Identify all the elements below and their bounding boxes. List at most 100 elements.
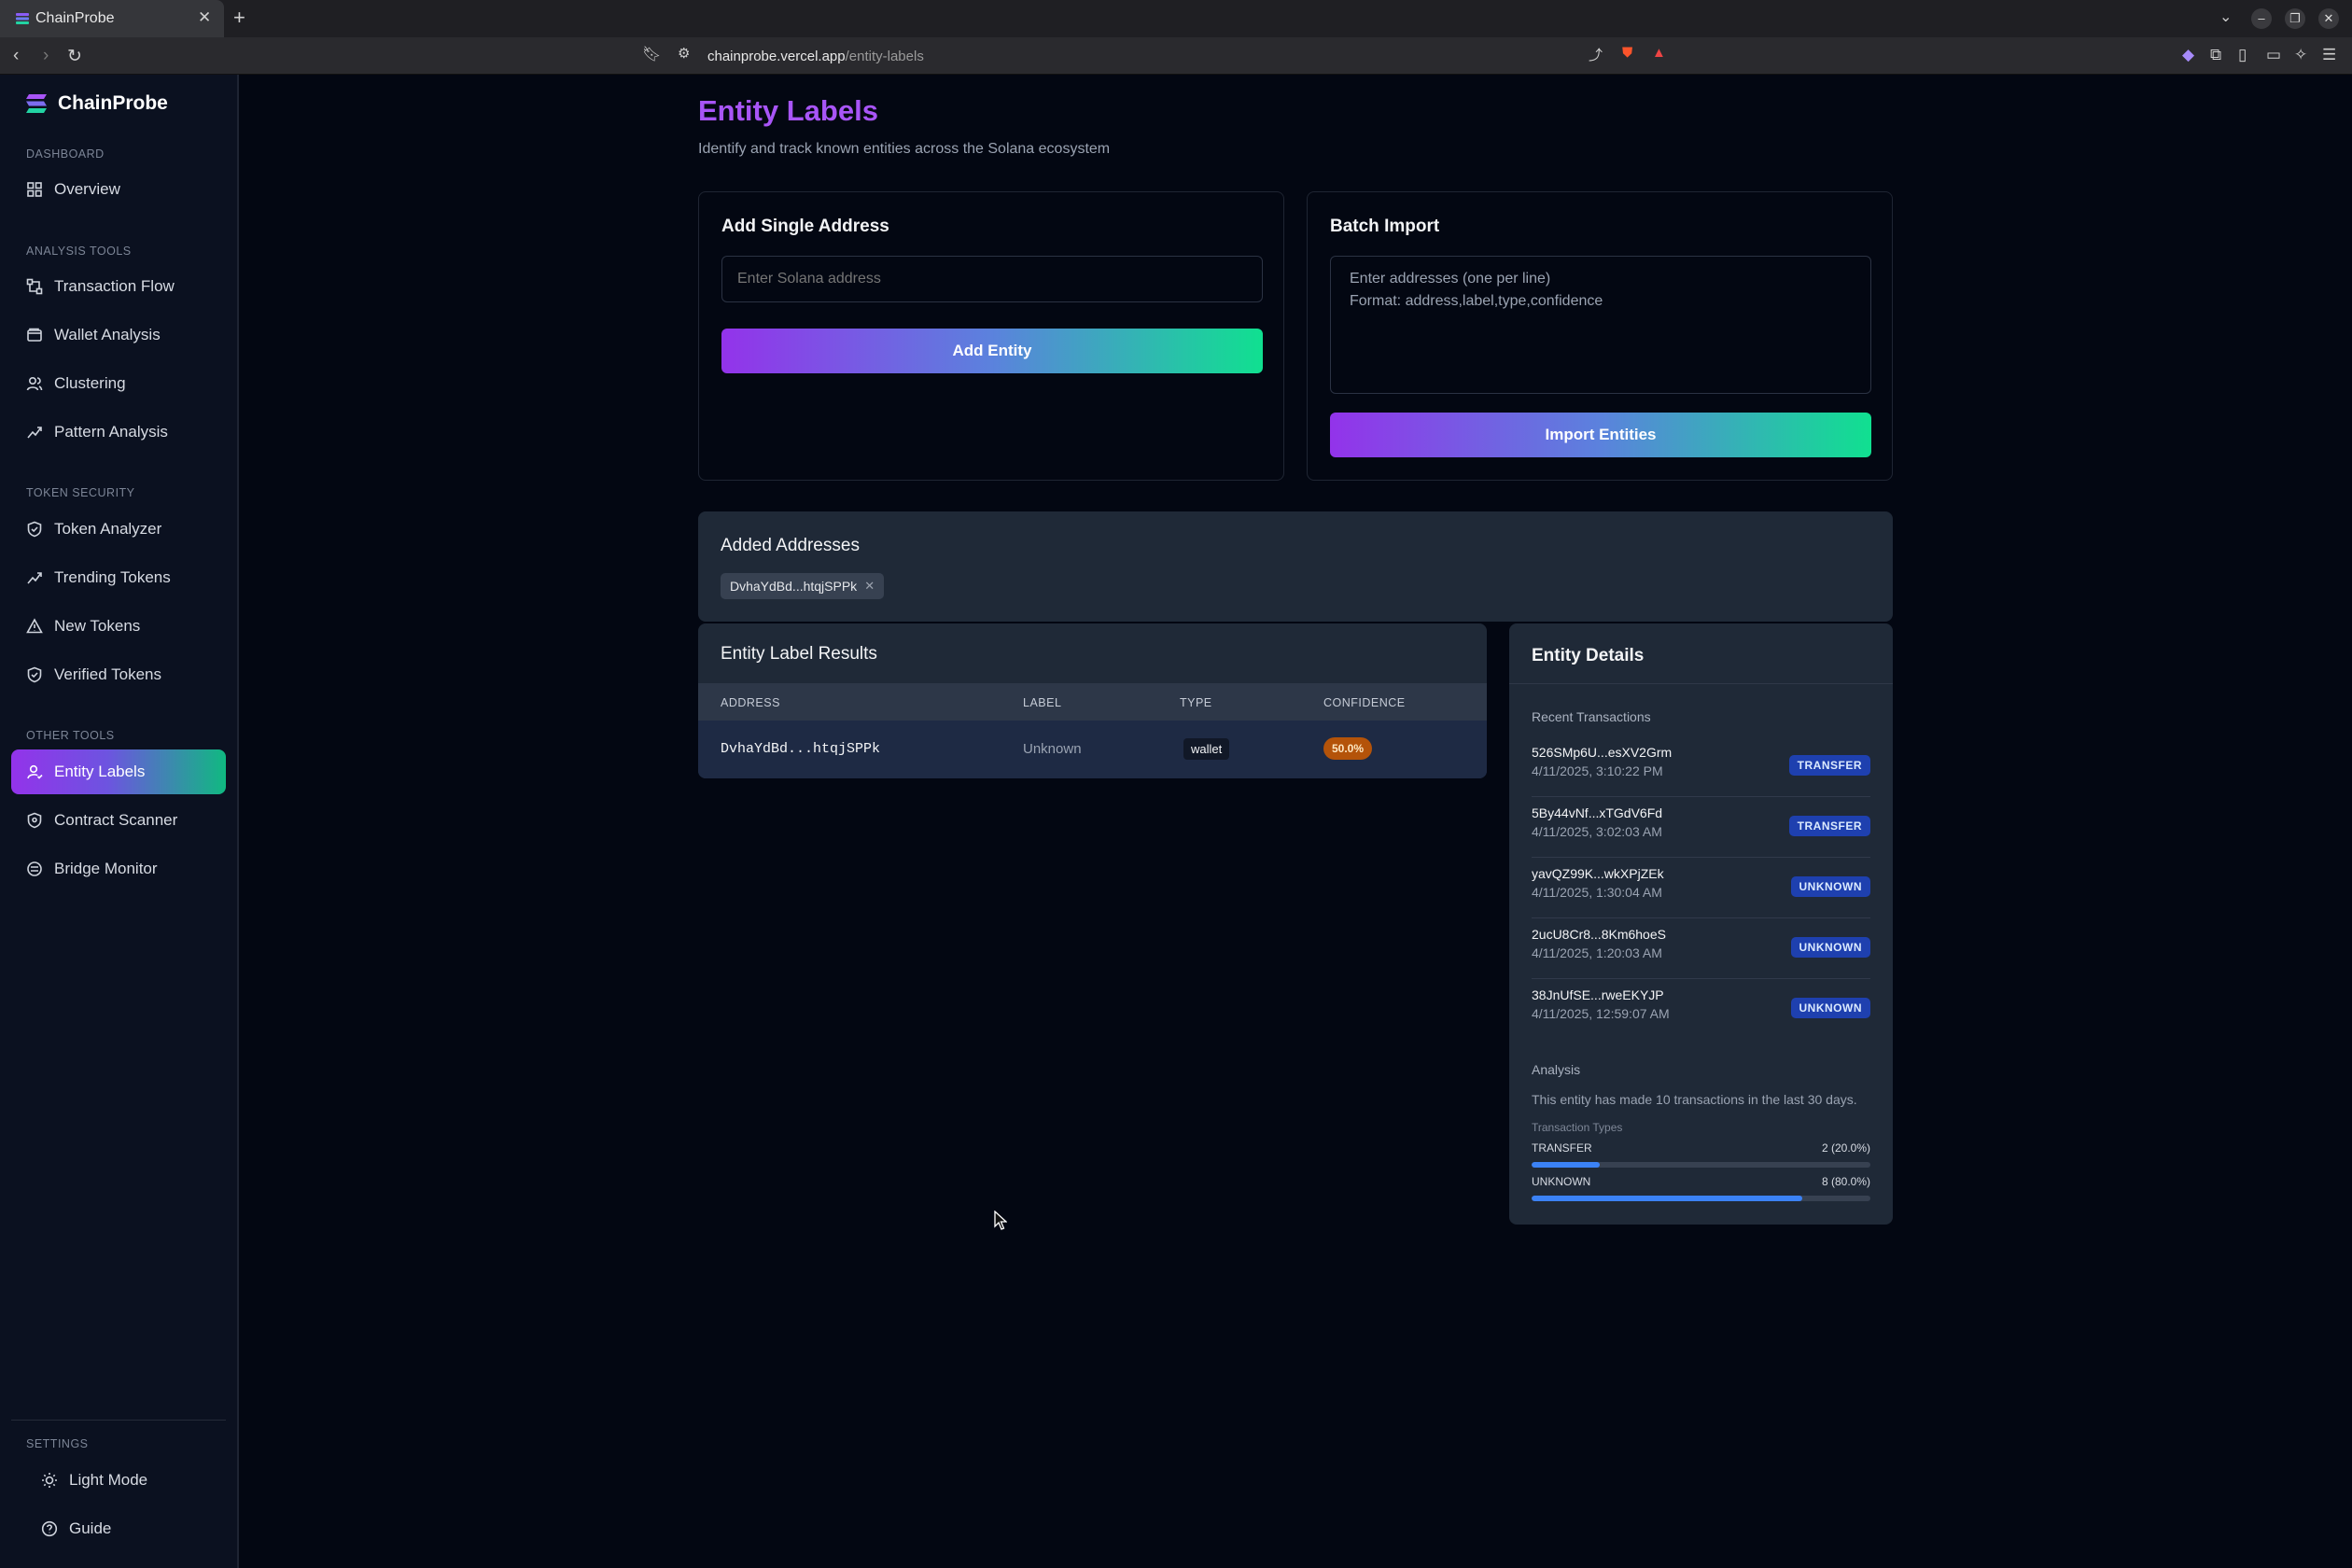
card-title: Added Addresses <box>721 536 860 555</box>
sidebar-item-overview[interactable]: Overview <box>11 167 226 212</box>
address-chip[interactable]: DvhaYdBd...htqjSPPk ✕ <box>721 573 885 599</box>
remove-chip-icon[interactable]: ✕ <box>864 579 875 594</box>
column-header-type: TYPE <box>1180 696 1212 709</box>
sidebar-item-label: Pattern Analysis <box>54 423 168 441</box>
shield-check-icon <box>27 521 42 538</box>
table-header: ADDRESS LABEL TYPE CONFIDENCE <box>698 683 1487 721</box>
section-label-other-tools: OTHER TOOLS <box>26 729 115 742</box>
batch-import-card: Batch Import Enter addresses (one per li… <box>1307 191 1893 481</box>
transaction-row[interactable]: 526SMp6U...esXV2Grm 4/11/2025, 3:10:22 P… <box>1532 737 1870 797</box>
section-label-dashboard: DASHBOARD <box>26 147 105 161</box>
transaction-row[interactable]: 38JnUfSE...rweEKYJP 4/11/2025, 12:59:07 … <box>1532 980 1870 1040</box>
back-arrow-icon[interactable]: ‹ <box>13 46 19 66</box>
sidebar-item-label: Entity Labels <box>54 763 146 780</box>
sidebar-item-verified-tokens[interactable]: Verified Tokens <box>11 652 226 697</box>
forward-arrow-icon[interactable]: › <box>43 46 49 66</box>
browser-tab-bar: ChainProbe ✕ + ⌄ – ❐ ✕ <box>0 0 2352 37</box>
light-mode-label: Light Mode <box>69 1471 148 1489</box>
entity-details-card: Entity Details Recent Transactions 526SM… <box>1509 623 1893 1225</box>
column-header-label: LABEL <box>1023 696 1062 709</box>
sidebar-item-bridge-monitor[interactable]: Bridge Monitor <box>11 847 226 891</box>
brave-shield-icon[interactable]: ⛊ <box>1622 45 1632 61</box>
url-text: chainprobe.vercel.app/entity-labels <box>707 49 924 64</box>
sidebar-item-contract-scanner[interactable]: Contract Scanner <box>11 798 226 843</box>
tx-time: 4/11/2025, 3:10:22 PM <box>1532 763 1663 778</box>
trend-icon <box>27 427 42 439</box>
transaction-row[interactable]: 2ucU8Cr8...8Km6hoeS 4/11/2025, 1:20:03 A… <box>1532 919 1870 979</box>
page-subtitle: Identify and track known entities across… <box>698 141 1111 157</box>
chainprobe-favicon-icon <box>16 13 29 24</box>
restore-icon[interactable]: ❐ <box>2285 8 2305 29</box>
site-settings-icon[interactable]: ⚙︎ <box>678 45 690 62</box>
tx-time: 4/11/2025, 1:30:04 AM <box>1532 885 1662 900</box>
sidebar-item-clustering[interactable]: Clustering <box>11 361 226 406</box>
entity-label-results-card: Entity Label Results ADDRESS LABEL TYPE … <box>698 623 1487 778</box>
users-icon <box>26 376 43 391</box>
tx-type-badge: UNKNOWN <box>1790 876 1870 897</box>
batch-addresses-textarea[interactable]: Enter addresses (one per line) Format: a… <box>1330 256 1871 394</box>
extension-leo-icon[interactable]: ◆ <box>2182 46 2194 64</box>
wallet-icon <box>27 328 42 342</box>
ai-sparkle-icon[interactable]: ✧ <box>2294 46 2307 64</box>
sidebar-item-label: Verified Tokens <box>54 665 161 683</box>
reload-icon[interactable]: ↻ <box>67 46 82 67</box>
sidebar-item-pattern-analysis[interactable]: Pattern Analysis <box>11 410 226 455</box>
column-header-address: ADDRESS <box>721 696 780 709</box>
add-entity-button[interactable]: Add Entity <box>721 329 1263 373</box>
browser-tab[interactable]: ChainProbe ✕ <box>0 0 224 37</box>
tx-hash: 38JnUfSE...rweEKYJP <box>1532 987 1664 1002</box>
section-label-analysis: ANALYSIS TOOLS <box>26 245 132 258</box>
sidebar-item-label: Bridge Monitor <box>54 860 158 877</box>
sidebar-item-wallet-analysis[interactable]: Wallet Analysis <box>11 313 226 357</box>
brand[interactable]: ChainProbe <box>24 92 168 115</box>
sidebar-item-label: Transaction Flow <box>54 277 175 295</box>
sidebar-item-token-analyzer[interactable]: Token Analyzer <box>11 507 226 552</box>
table-row[interactable]: DvhaYdBd...htqjSPPk Unknown wallet 50.0% <box>698 721 1487 778</box>
guide-link[interactable]: Guide <box>26 1510 111 1547</box>
sidebar-item-label: New Tokens <box>54 617 141 635</box>
page-title: Entity Labels <box>698 94 878 127</box>
bridge-icon <box>27 861 42 876</box>
card-title: Add Single Address <box>721 217 889 236</box>
tx-time: 4/11/2025, 3:02:03 AM <box>1532 824 1662 839</box>
transaction-row[interactable]: 5By44vNf...xTGdV6Fd 4/11/2025, 3:02:03 A… <box>1532 798 1870 858</box>
solana-address-input[interactable] <box>721 256 1263 302</box>
sidebar-item-entity-labels[interactable]: Entity Labels <box>11 749 226 794</box>
sidebar: ChainProbe DASHBOARD Overview ANALYSIS T… <box>0 75 239 1568</box>
sidebar-item-label: Contract Scanner <box>54 811 178 829</box>
new-tab-icon[interactable]: + <box>233 6 245 30</box>
cell-address: DvhaYdBd...htqjSPPk <box>721 741 881 757</box>
type-bar-fill <box>1532 1196 1803 1201</box>
column-header-confidence: CONFIDENCE <box>1323 696 1406 709</box>
tx-type-badge: UNKNOWN <box>1790 998 1870 1018</box>
address-bar[interactable]: 🔖︎ ⚙︎ chainprobe.vercel.app/entity-label… <box>635 41 1671 71</box>
import-entities-button[interactable]: Import Entities <box>1330 413 1871 457</box>
sidebar-toggle-icon[interactable]: ▯ <box>2238 46 2247 64</box>
browser-toolbar: ‹ › ↻ 🔖︎ ⚙︎ chainprobe.vercel.app/entity… <box>0 37 2352 75</box>
brave-rewards-icon[interactable]: ▲ <box>1652 45 1666 61</box>
minimize-icon[interactable]: – <box>2251 8 2272 29</box>
sidebar-item-label: Overview <box>54 180 120 198</box>
transaction-row[interactable]: yavQZ99K...wkXPjZEk 4/11/2025, 1:30:04 A… <box>1532 859 1870 918</box>
tab-close-icon[interactable]: ✕ <box>198 8 211 27</box>
sidebar-item-trending-tokens[interactable]: Trending Tokens <box>11 555 226 600</box>
extensions-puzzle-icon[interactable]: ⧉ <box>2210 46 2221 64</box>
window-close-icon[interactable]: ✕ <box>2318 8 2339 29</box>
tx-time: 4/11/2025, 12:59:07 AM <box>1532 1006 1670 1021</box>
tab-list-chevron-icon[interactable]: ⌄ <box>2219 7 2232 26</box>
tab-title: ChainProbe <box>35 10 115 26</box>
card-title: Entity Label Results <box>721 644 877 664</box>
chainprobe-logo-icon <box>26 94 47 113</box>
light-mode-toggle[interactable]: Light Mode <box>26 1462 147 1499</box>
brand-name: ChainProbe <box>58 92 168 114</box>
share-icon[interactable]: ⤴︎ <box>1589 45 1603 64</box>
sidebar-item-new-tokens[interactable]: New Tokens <box>11 604 226 649</box>
divider <box>1509 683 1893 684</box>
bookmark-icon[interactable]: 🔖︎ <box>642 45 661 63</box>
wallet-icon[interactable]: ▭ <box>2266 46 2281 64</box>
section-label-settings: SETTINGS <box>26 1437 89 1450</box>
menu-icon[interactable]: ☰ <box>2322 46 2336 64</box>
window-controls: – ❐ ✕ <box>2251 8 2339 29</box>
sidebar-item-transaction-flow[interactable]: Transaction Flow <box>11 264 226 309</box>
analysis-label: Analysis <box>1532 1062 1581 1077</box>
